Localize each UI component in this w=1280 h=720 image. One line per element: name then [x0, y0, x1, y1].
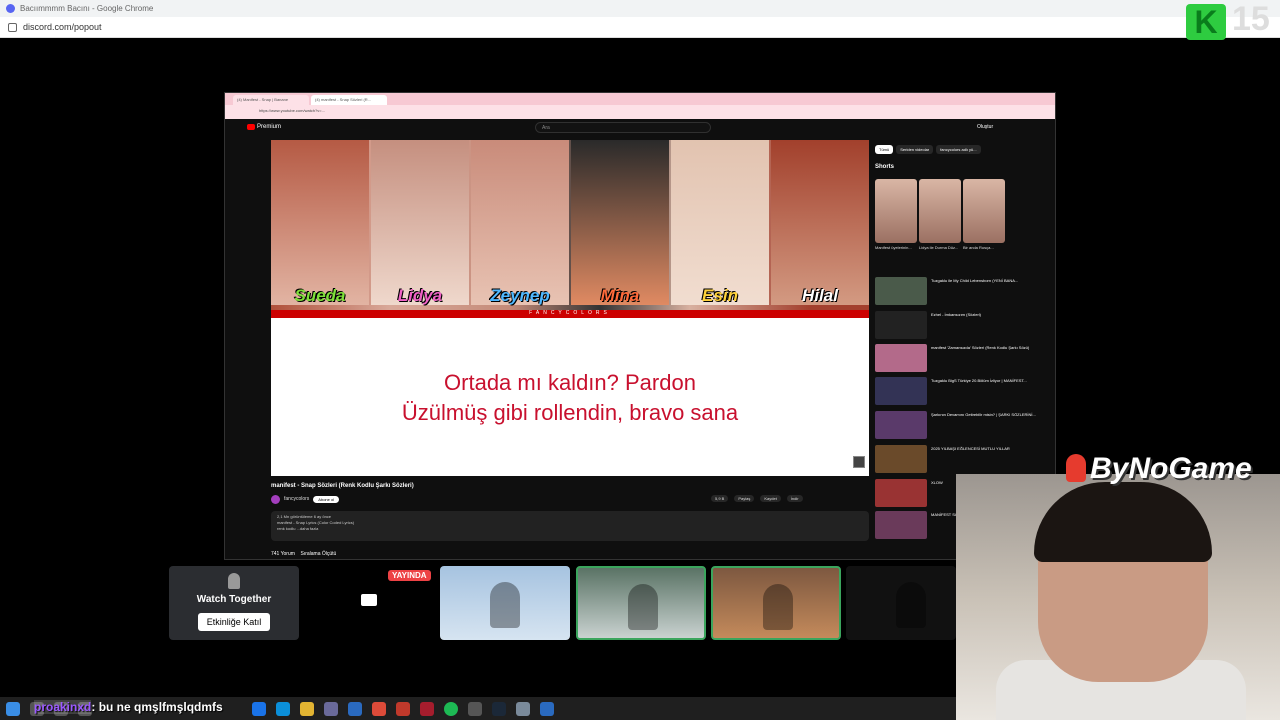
- avatar: [628, 584, 658, 630]
- subscribe-button[interactable]: Abone ol: [313, 495, 340, 503]
- window-title: Bacıımmmm Bacını - Google Chrome: [20, 4, 154, 13]
- filter-chips: Tümü Seriden videolar fancycolors adlı y…: [875, 145, 981, 154]
- screen-share-tile[interactable]: YAYINDA: [304, 566, 434, 640]
- watch-together-title: Watch Together: [196, 594, 272, 605]
- comments-header: 741 Yorum Sıralama Ölçütü: [271, 551, 337, 557]
- participant-tile-speaking[interactable]: [576, 566, 706, 640]
- participant-tile[interactable]: [846, 566, 956, 640]
- inner-tab[interactable]: (4) Manifest - Snap | Banane: [233, 95, 309, 105]
- like-button[interactable]: 5,9 B: [711, 495, 729, 502]
- youtube-logo[interactable]: Premium: [247, 124, 281, 130]
- activity-icon: [228, 573, 240, 589]
- spotify-icon[interactable]: [444, 701, 458, 716]
- video-title: manifest - Snap Sözleri (Renk Kodlu Şark…: [271, 483, 414, 489]
- monitor-icon: [361, 594, 377, 606]
- member-name: Hilal: [802, 286, 838, 305]
- member-name: Sueda: [294, 286, 346, 305]
- channel-watermark-icon[interactable]: [853, 456, 865, 468]
- short-thumbnail[interactable]: [963, 179, 1005, 243]
- address-bar[interactable]: discord.com/popout: [0, 17, 1280, 38]
- opera-icon[interactable]: [396, 701, 410, 716]
- short-thumbnail[interactable]: [875, 179, 917, 243]
- avatar: [763, 584, 793, 630]
- url-text[interactable]: discord.com/popout: [23, 22, 102, 32]
- participant-tile-speaking[interactable]: [711, 566, 841, 640]
- folder-icon[interactable]: [300, 701, 314, 716]
- short-title[interactable]: Bir anda Rusça...: [963, 245, 1005, 250]
- chip[interactable]: fancycolors adlı yü...: [936, 145, 981, 154]
- avatar: [490, 582, 520, 628]
- member-name: Mina: [600, 286, 640, 305]
- chip[interactable]: Tümü: [875, 145, 894, 154]
- download-button[interactable]: İndir: [786, 495, 803, 502]
- inner-tab-active[interactable]: (4) manifest - Snap Sözleri (R...: [311, 95, 387, 105]
- short-title[interactable]: Lidya ile Durma Düz...: [919, 245, 961, 250]
- join-activity-button[interactable]: Etkinliğe Katıl: [198, 613, 270, 631]
- create-button[interactable]: Oluştur: [977, 124, 993, 130]
- webcam-feed: [956, 474, 1280, 720]
- related-video[interactable]: Ezhel - İmkansızım (Sözleri): [875, 311, 1045, 341]
- lyric-text: Ortada mı kaldın? Pardon Üzülmüş gibi ro…: [401, 370, 739, 425]
- discord-icon: [6, 4, 15, 13]
- chat-username: proakinxd: [34, 700, 92, 714]
- member-banner: Sueda Lidya Zeynep Mina Esin Hilal: [271, 140, 869, 313]
- save-button[interactable]: Kaydet: [760, 495, 781, 502]
- start-icon[interactable]: [6, 701, 20, 716]
- chrome-icon[interactable]: [372, 701, 386, 716]
- video-description[interactable]: 2,1 Mn görüntüleme 6 ay önce manifest - …: [271, 511, 869, 541]
- related-video[interactable]: Tuzgaklu BigS Türkiye 20.Bölüm İzliyor |…: [875, 377, 1045, 407]
- video-actions: 5,9 B Paylaş Kaydet İndir: [711, 495, 803, 502]
- member-name: Lidya: [397, 286, 443, 305]
- edge-icon[interactable]: [252, 701, 266, 716]
- shorts-heading: Shorts: [875, 164, 895, 170]
- flame-icon: [1066, 454, 1086, 482]
- video-player[interactable]: Sueda Lidya Zeynep Mina Esin Hilal FANCY…: [271, 140, 869, 476]
- steam-icon[interactable]: [492, 701, 506, 716]
- channel-avatar[interactable]: [271, 494, 280, 504]
- inner-address-bar[interactable]: https://www.youtube.com/watch?v=...: [225, 105, 1055, 119]
- chat-message: proakinxd: bu ne qmşlfmşlqdmfs: [34, 700, 223, 714]
- related-video[interactable]: Tuzgaklu ile My Child Lebensborn (YENİ B…: [875, 277, 1045, 307]
- share-button[interactable]: Paylaş: [734, 495, 755, 502]
- youtube-header: Premium Ara Oluştur: [225, 119, 1055, 137]
- brand-strip: FANCYCOLORS: [271, 310, 869, 318]
- chat-text: : bu ne qmşlfmşlqdmfs: [91, 700, 223, 714]
- mail-icon[interactable]: [348, 701, 362, 716]
- app-icon[interactable]: [516, 701, 530, 716]
- short-title[interactable]: Manifest üyelerinin...: [875, 245, 917, 250]
- short-thumbnail[interactable]: [919, 179, 961, 243]
- member-name: Esin: [702, 286, 738, 305]
- edge-browser-icon[interactable]: [276, 701, 290, 716]
- youtube-play-icon: [247, 124, 255, 130]
- obs-icon[interactable]: [468, 701, 482, 716]
- watch-together-tile[interactable]: Watch Together Etkinliğe Katıl: [169, 566, 299, 640]
- channel-name[interactable]: fancycolors: [284, 496, 309, 502]
- shared-screen-window: (4) Manifest - Snap | Banane (4) manifes…: [224, 92, 1056, 560]
- overlay-counter: 15: [1232, 0, 1270, 38]
- avatar: [896, 582, 926, 628]
- sort-button[interactable]: Sıralama Ölçütü: [300, 551, 336, 557]
- chrome-title-bar: Bacıımmmm Bacını - Google Chrome: [0, 0, 1280, 17]
- app-icon[interactable]: [540, 701, 554, 716]
- participant-tile[interactable]: [440, 566, 570, 640]
- related-video[interactable]: Şarkının Devamını Getirebilir misin? | Ş…: [875, 411, 1045, 441]
- site-info-icon[interactable]: [8, 22, 17, 32]
- related-video[interactable]: 2025 YILBAŞI EĞLENCESİ MUTLU YILLAR: [875, 445, 1045, 475]
- inner-tab-strip: (4) Manifest - Snap | Banane (4) manifes…: [225, 93, 1055, 105]
- live-badge: YAYINDA: [388, 570, 431, 581]
- kick-logo-icon: K: [1186, 4, 1226, 40]
- chip[interactable]: Seriden videolar: [896, 145, 934, 154]
- related-video[interactable]: manifest 'Zamansızda' Sözleri (Renk Kodl…: [875, 344, 1045, 374]
- youtube-search-input[interactable]: Ara: [535, 122, 711, 133]
- bynogame-logo: ByNoGame: [1066, 452, 1252, 486]
- store-icon[interactable]: [324, 701, 338, 716]
- member-name: Zeynep: [490, 286, 550, 305]
- app-icon[interactable]: [420, 701, 434, 716]
